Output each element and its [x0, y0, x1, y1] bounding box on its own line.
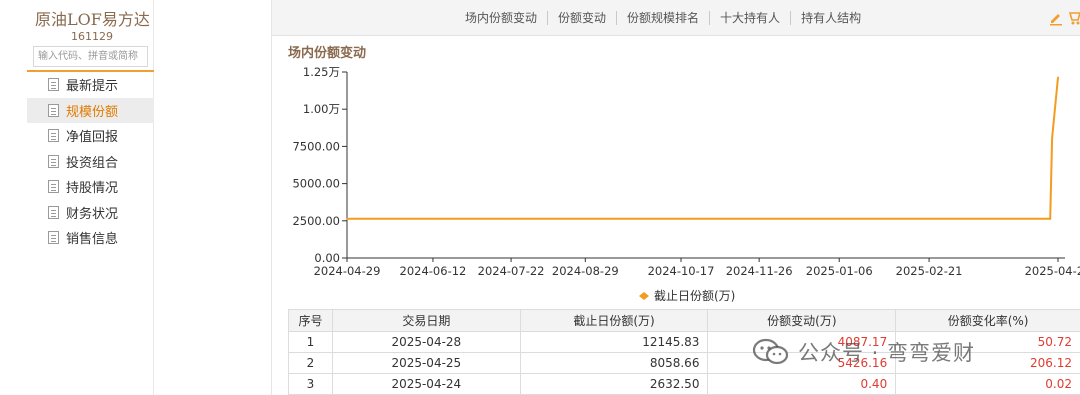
x-tick-label: 2024-06-12 — [400, 264, 467, 278]
share-line-chart: 0.00 2500.00 5000.00 7500.00 1.00万 1.25万 2024-… — [292, 65, 1080, 303]
cell-date: 2025-04-24 — [331, 373, 521, 395]
document-icon — [48, 129, 59, 143]
x-tick-label: 2024-10-17 — [648, 264, 715, 278]
fund-code: 161129 — [71, 30, 113, 43]
y-tick-label: 5000.00 — [292, 177, 340, 191]
cell-date: 2025-04-25 — [331, 352, 521, 374]
document-icon — [48, 205, 59, 219]
header-index: 序号 — [288, 309, 333, 332]
table-row: 3 2025-04-24 2632.50 0.40 0.02 — [288, 373, 1080, 395]
cell-index: 3 — [288, 373, 333, 395]
legend-label: 截止日份额(万) — [654, 289, 735, 303]
fund-name: 原油LOF易方达 — [35, 10, 150, 29]
x-tick-label: 2024-11-26 — [726, 264, 793, 278]
page: 原油LOF易方达 161129 最新提示 规模份额 净值回报 投资组合 — [0, 0, 1080, 395]
series-point — [928, 218, 930, 220]
main-panel: 场内份额变动 份额变动 份额规模排名 十大持有人 持有人结构 场内份额变动 0.… — [271, 0, 1080, 395]
sidebar: 原油LOF易方达 161129 最新提示 规模份额 净值回报 投资组合 — [27, 0, 154, 395]
series-point — [680, 218, 682, 220]
sidebar-menu: 最新提示 规模份额 净值回报 投资组合 持股情况 财务状况 销售信息 — [27, 72, 154, 251]
series-point — [1057, 76, 1059, 79]
sidebar-item-label: 投资组合 — [66, 155, 119, 171]
cell-change: 0.40 — [707, 373, 897, 395]
header-end-share: 截止日份额(万) — [519, 309, 709, 332]
x-tick-label: 2024-07-22 — [478, 264, 545, 278]
x-tick-label: 2025-02-21 — [896, 264, 963, 278]
y-tick-label: 1.25万 — [303, 65, 340, 79]
sidebar-item-label: 财务状况 — [66, 206, 119, 222]
series-point — [432, 218, 434, 220]
series-point — [838, 218, 841, 220]
search-input[interactable] — [33, 46, 148, 67]
sidebar-item-nav-return[interactable]: 净值回报 — [27, 123, 154, 149]
series-point — [1051, 137, 1053, 139]
document-icon — [48, 231, 59, 245]
x-tick-label: 2025-04-28 — [1025, 264, 1080, 278]
document-icon — [48, 103, 59, 117]
sidebar-item-label: 最新提示 — [66, 79, 119, 95]
cell-share: 12145.83 — [519, 331, 709, 353]
x-tick-label: 2024-04-29 — [314, 264, 381, 278]
wechat-icon — [752, 338, 789, 365]
cell-index: 1 — [288, 331, 333, 353]
document-icon — [48, 154, 59, 168]
series-line-share — [347, 77, 1059, 220]
sidebar-item-financials[interactable]: 财务状况 — [27, 200, 154, 226]
document-icon — [48, 78, 59, 92]
sidebar-item-latest[interactable]: 最新提示 — [27, 72, 154, 98]
header-share-change: 份额变动(万) — [707, 309, 897, 332]
cell-rate: 0.02 — [895, 373, 1080, 395]
gutter — [155, 0, 270, 395]
sidebar-item-label: 销售信息 — [66, 232, 119, 248]
watermark: 公众号 · 弯弯爱财 — [752, 337, 975, 367]
cell-date: 2025-04-28 — [331, 331, 521, 353]
y-tick-label: 1.00万 — [303, 102, 340, 116]
series-point — [1049, 218, 1051, 220]
sidebar-item-sales[interactable]: 销售信息 — [27, 225, 154, 251]
series-point — [510, 218, 512, 220]
header-change-rate: 份额变化率(%) — [895, 309, 1080, 332]
series-point — [584, 218, 587, 220]
header-trade-date: 交易日期 — [331, 309, 521, 332]
sidebar-item-portfolio[interactable]: 投资组合 — [27, 149, 154, 175]
sidebar-item-label: 净值回报 — [66, 130, 119, 146]
series-point — [346, 218, 348, 220]
legend-marker — [639, 292, 649, 300]
table-header-row: 序号 交易日期 截止日份额(万) 份额变动(万) 份额变化率(%) — [288, 309, 1080, 332]
y-tick-label: 2500.00 — [292, 214, 340, 228]
sidebar-item-label: 规模份额 — [66, 104, 119, 120]
cell-index: 2 — [288, 352, 333, 374]
sidebar-item-holdings[interactable]: 持股情况 — [27, 174, 154, 200]
x-tick-label: 2024-08-29 — [552, 264, 619, 278]
cell-share: 8058.66 — [519, 352, 709, 374]
y-tick-label: 7500.00 — [292, 139, 340, 153]
sidebar-item-label: 持股情况 — [66, 181, 119, 197]
series-point — [758, 218, 760, 220]
cell-share: 2632.50 — [519, 373, 709, 395]
y-tick-label: 0.00 — [314, 251, 340, 265]
watermark-text: 公众号 · 弯弯爱财 — [798, 341, 976, 365]
x-tick-label: 2025-01-06 — [806, 264, 873, 278]
document-icon — [48, 180, 59, 194]
sidebar-item-scale-share[interactable]: 规模份额 — [27, 97, 154, 123]
